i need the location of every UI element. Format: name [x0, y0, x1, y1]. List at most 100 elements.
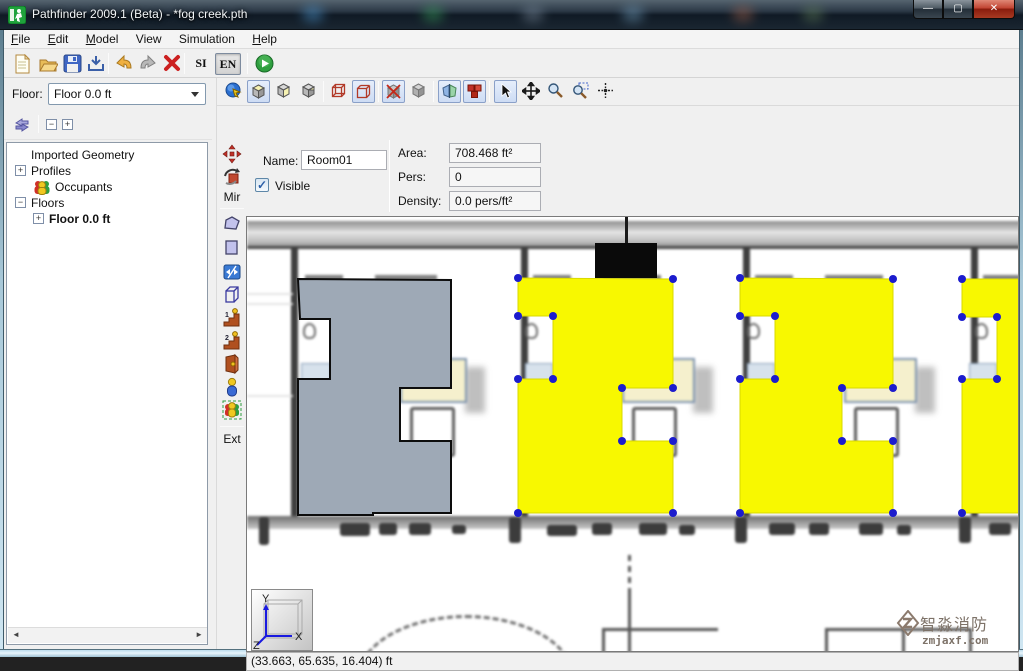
delete-icon[interactable] — [160, 52, 184, 76]
selected-room[interactable] — [962, 279, 1019, 513]
vertex-handle[interactable] — [669, 509, 677, 517]
vertex-handle[interactable] — [889, 384, 897, 392]
vertex-handle[interactable] — [889, 437, 897, 445]
vertex-handle[interactable] — [889, 509, 897, 517]
vertex-handle[interactable] — [549, 375, 557, 383]
vertex-handle[interactable] — [618, 437, 626, 445]
menu-edit[interactable]: Edit — [41, 30, 76, 48]
undo-icon[interactable] — [112, 52, 136, 76]
open-folder-icon[interactable] — [36, 52, 60, 76]
zoom-fit-icon[interactable] — [594, 80, 617, 103]
split-geometry-icon[interactable] — [438, 80, 461, 103]
properties-panel: Name: Room01 ✓ Visible Area: 708.468 ft²… — [216, 106, 1019, 216]
add-occupant-tool-icon[interactable] — [221, 377, 243, 399]
scroll-left-icon[interactable]: ◄ — [12, 630, 20, 639]
watermark-url: zmjaxf.com — [922, 634, 1014, 647]
expand-all-icon[interactable]: + — [62, 119, 73, 130]
vertex-handle[interactable] — [958, 275, 966, 283]
vertex-handle[interactable] — [993, 375, 1001, 383]
vertex-handle[interactable] — [958, 509, 966, 517]
floor-select[interactable]: Floor 0.0 ft — [48, 83, 206, 105]
divider-tool-icon[interactable] — [221, 262, 243, 284]
minimize-button[interactable]: — — [913, 0, 943, 19]
pan-icon[interactable] — [519, 80, 542, 103]
vertex-handle[interactable] — [514, 274, 522, 282]
menu-view[interactable]: View — [129, 30, 169, 48]
si-units-button[interactable]: SI — [189, 53, 213, 75]
tree-horizontal-scrollbar[interactable]: ◄ ► — [8, 627, 207, 643]
mirror-tool-button[interactable]: Mir — [217, 190, 247, 204]
vertex-handle[interactable] — [514, 312, 522, 320]
import-icon[interactable] — [84, 52, 108, 76]
vertex-handle[interactable] — [838, 384, 846, 392]
visible-checkbox[interactable]: ✓ — [255, 178, 269, 192]
vertex-handle[interactable] — [669, 437, 677, 445]
vertex-handle[interactable] — [736, 375, 744, 383]
polygon-room-tool-icon[interactable] — [221, 214, 243, 236]
collapse-all-icon[interactable]: − — [46, 119, 57, 130]
group-cubes-icon[interactable] — [463, 80, 486, 103]
rooms-layer[interactable] — [247, 217, 1019, 652]
stairs-one-point-tool-icon[interactable]: 1 — [221, 308, 243, 330]
vertex-handle[interactable] — [889, 275, 897, 283]
vertex-handle[interactable] — [736, 509, 744, 517]
no-solid-cube-icon[interactable] — [382, 80, 405, 103]
cube-top-face-icon[interactable] — [247, 80, 270, 103]
vertex-handle[interactable] — [618, 384, 626, 392]
door-tool-icon[interactable] — [221, 354, 243, 376]
name-input[interactable]: Room01 — [301, 150, 387, 170]
model-canvas[interactable]: Y X Z — [246, 216, 1019, 652]
stairs-two-point-tool-icon[interactable]: 2 — [221, 331, 243, 353]
select-cursor-icon[interactable] — [494, 80, 517, 103]
cube-corner-icon[interactable] — [297, 80, 320, 103]
zoom-rect-icon[interactable] — [569, 80, 592, 103]
menu-model[interactable]: Model — [79, 30, 126, 48]
selected-room[interactable] — [518, 278, 673, 513]
vertex-handle[interactable] — [669, 275, 677, 283]
menu-simulation[interactable]: Simulation — [172, 30, 242, 48]
expand-icon[interactable]: + — [15, 165, 26, 176]
vertex-handle[interactable] — [958, 313, 966, 321]
room-Room01[interactable] — [298, 279, 451, 515]
new-file-icon[interactable] — [10, 52, 34, 76]
solid-cube-icon[interactable] — [407, 80, 430, 103]
expand-icon[interactable]: + — [33, 213, 44, 224]
vertex-handle[interactable] — [736, 312, 744, 320]
rectangle-room-tool-icon[interactable] — [221, 238, 243, 260]
vertex-handle[interactable] — [771, 375, 779, 383]
close-button[interactable]: ✕ — [973, 0, 1015, 19]
vertex-handle[interactable] — [771, 312, 779, 320]
redo-icon[interactable] — [136, 52, 160, 76]
vertex-handle[interactable] — [838, 437, 846, 445]
save-icon[interactable] — [60, 52, 84, 76]
wall-tool-icon[interactable] — [221, 285, 243, 307]
scroll-right-icon[interactable]: ► — [195, 630, 203, 639]
en-units-button[interactable]: EN — [215, 53, 241, 75]
toolstrip-separator — [220, 426, 244, 427]
glass-reflection — [420, 4, 446, 24]
run-simulation-icon[interactable] — [252, 52, 276, 76]
vertex-handle[interactable] — [514, 375, 522, 383]
menu-file[interactable]: File — [4, 30, 37, 48]
collapse-icon[interactable]: − — [15, 197, 26, 208]
wireframe-open-cube-icon[interactable] — [352, 80, 375, 103]
extract-tool-button[interactable]: Ext — [217, 432, 247, 446]
selected-room[interactable] — [740, 278, 893, 513]
menu-help[interactable]: Help — [245, 30, 284, 48]
refresh-tree-icon[interactable] — [12, 115, 32, 140]
vertex-handle[interactable] — [669, 384, 677, 392]
vertex-handle[interactable] — [993, 313, 1001, 321]
watermark-title: 智淼消防 — [920, 611, 988, 635]
move-tool-icon[interactable] — [221, 144, 243, 166]
vertex-handle[interactable] — [736, 274, 744, 282]
vertex-handle[interactable] — [514, 509, 522, 517]
add-occupant-group-tool-icon[interactable] — [221, 400, 243, 422]
zoom-icon[interactable] — [544, 80, 567, 103]
rotate-tool-icon[interactable] — [221, 167, 243, 189]
vertex-handle[interactable] — [958, 375, 966, 383]
orbit-view-icon[interactable] — [222, 80, 245, 103]
maximize-button[interactable]: ▢ — [943, 0, 973, 19]
wireframe-cube-icon[interactable] — [327, 80, 350, 103]
vertex-handle[interactable] — [549, 312, 557, 320]
cube-side-face-icon[interactable] — [272, 80, 295, 103]
